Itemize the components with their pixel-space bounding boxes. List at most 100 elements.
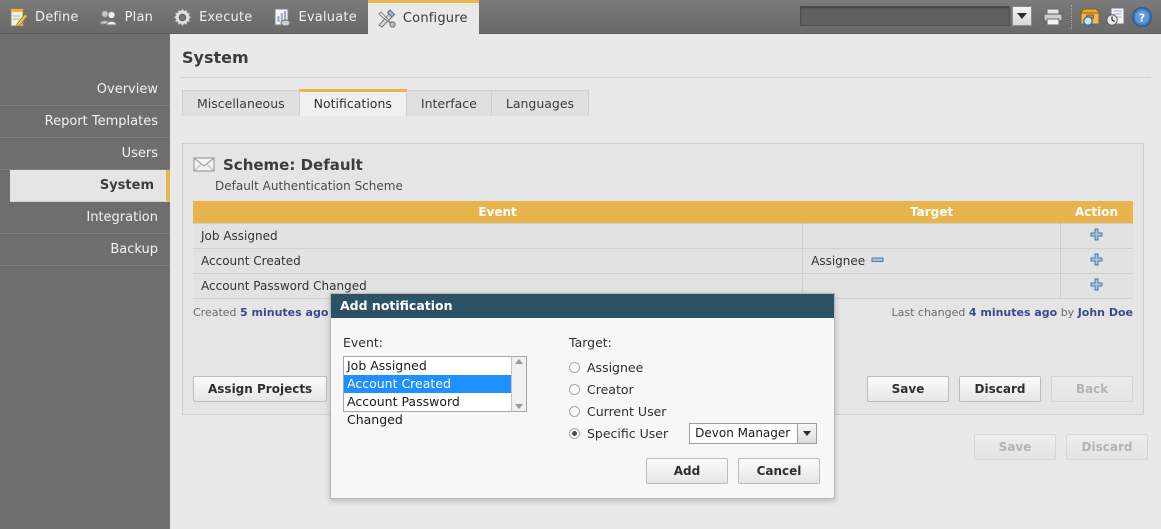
changed-time: 4 minutes ago [968, 305, 1058, 319]
scheme-title: Scheme: Default [223, 156, 363, 174]
nav-tab-plan-label: Plan [124, 9, 154, 25]
nav-tab-execute[interactable]: Execute [164, 0, 263, 34]
history-button[interactable] [1103, 0, 1129, 34]
tab-notifications[interactable]: Notifications [298, 89, 407, 116]
print-button[interactable] [1040, 0, 1066, 34]
envelope-icon [193, 154, 215, 176]
radio-assignee-icon[interactable] [569, 361, 580, 373]
tab-label: Languages [505, 96, 575, 111]
changed-prefix: Last changed [891, 305, 966, 319]
radio-specific-user-icon[interactable] [569, 427, 580, 439]
minus-icon[interactable] [871, 253, 884, 269]
tab-bar: Miscellaneous Notifications Interface La… [182, 88, 1161, 116]
nav-tab-evaluate-label: Evaluate [298, 9, 357, 25]
sidebar-item-label: Report Templates [44, 114, 158, 129]
notepad-pencil-icon [8, 7, 29, 28]
cell-action [1060, 272, 1133, 298]
printer-icon [1042, 7, 1064, 27]
target-option-creator[interactable]: Creator [569, 378, 825, 400]
tab-languages[interactable]: Languages [490, 90, 590, 116]
changed-user: John Doe [1077, 305, 1133, 319]
scheme-header: Scheme: Default [183, 144, 1143, 176]
title-divider [180, 77, 1151, 78]
plus-icon[interactable] [1090, 228, 1103, 244]
footer-discard-button[interactable]: Discard [1066, 434, 1148, 460]
svg-text:?: ? [1139, 12, 1145, 25]
save-button[interactable]: Save [867, 376, 949, 402]
discard-button[interactable]: Discard [959, 376, 1041, 402]
changed-by-word: by [1060, 305, 1075, 319]
radio-current-user-icon[interactable] [569, 405, 580, 417]
created-prefix: Created [193, 305, 237, 319]
dropdown-arrow-icon [1017, 13, 1027, 19]
scroll-up-icon[interactable] [515, 359, 523, 364]
event-option-account-password-changed[interactable]: Account Password Changed [344, 393, 511, 427]
cell-target-label: Assignee [811, 253, 866, 268]
target-option-specific-user[interactable]: Specific User Devon Manager [569, 422, 825, 444]
sidebar-item-system[interactable]: System [10, 170, 170, 202]
scheme-subtitle: Default Authentication Scheme [215, 179, 403, 193]
cell-target [802, 222, 1061, 248]
column-header-event: Event [193, 201, 804, 223]
sidebar-item-label: Overview [96, 82, 158, 97]
people-icon [98, 7, 119, 28]
dialog-body: Event: Job Assigned Account Created Acco… [331, 318, 834, 444]
nav-tab-define-label: Define [35, 9, 79, 25]
sidebar-item-report-templates[interactable]: Report Templates [0, 106, 170, 138]
add-button[interactable]: Add [646, 458, 728, 484]
event-column: Event: Job Assigned Account Created Acco… [343, 335, 555, 444]
help-icon: ? [1131, 6, 1153, 28]
specific-user-select[interactable]: Devon Manager [689, 422, 818, 444]
select-arrow-button[interactable] [797, 423, 817, 443]
search-dropdown-button[interactable] [1012, 6, 1032, 26]
cell-target: Assignee [802, 247, 1061, 273]
sidebar-item-backup[interactable]: Backup [0, 234, 170, 266]
archive-search-button[interactable] [1077, 0, 1103, 34]
sidebar-item-overview[interactable]: Overview [0, 74, 170, 106]
nav-tab-configure[interactable]: Configure [367, 0, 479, 34]
search-input[interactable] [800, 6, 1010, 26]
footer-save-button[interactable]: Save [974, 434, 1056, 460]
cell-event: Job Assigned [193, 222, 804, 248]
sidebar-item-label: System [99, 178, 154, 193]
target-label: Target: [569, 335, 612, 350]
nav-tab-plan[interactable]: Plan [90, 0, 164, 34]
plus-icon[interactable] [1090, 278, 1103, 294]
help-button[interactable]: ? [1129, 0, 1155, 34]
nav-tab-define[interactable]: Define [0, 0, 90, 34]
nav-tab-evaluate[interactable]: Evaluate [264, 0, 368, 34]
tab-label: Miscellaneous [197, 96, 285, 111]
top-navigation-bar: Define Plan Execute Evaluate Configure ? [0, 0, 1161, 34]
tab-label: Notifications [313, 96, 392, 111]
cell-action [1060, 222, 1133, 248]
event-option-job-assigned[interactable]: Job Assigned [344, 357, 511, 375]
sidebar-item-users[interactable]: Users [0, 138, 170, 170]
scroll-down-icon[interactable] [515, 404, 523, 409]
radio-label: Specific User [587, 425, 669, 441]
created-time: 5 minutes ago [240, 305, 329, 319]
event-listbox-scrollbar[interactable] [511, 357, 526, 411]
archive-search-icon [1078, 6, 1102, 28]
target-option-current-user[interactable]: Current User [569, 400, 825, 422]
radio-label: Current User [587, 403, 667, 419]
plus-icon[interactable] [1090, 253, 1103, 269]
event-listbox[interactable]: Job Assigned Account Created Account Pas… [343, 356, 527, 427]
history-document-icon [1104, 6, 1128, 28]
notifications-table: Event Target Action Job Assigned Account… [193, 201, 1133, 299]
event-listbox-items: Job Assigned Account Created Account Pas… [344, 357, 511, 427]
back-button[interactable]: Back [1051, 376, 1133, 402]
sidebar-item-integration[interactable]: Integration [0, 202, 170, 234]
page-title: System [182, 48, 249, 67]
specific-user-value: Devon Manager [695, 425, 791, 440]
tools-icon [376, 8, 397, 29]
tab-miscellaneous[interactable]: Miscellaneous [182, 90, 300, 116]
sidebar-item-label: Backup [110, 242, 158, 257]
radio-label: Creator [587, 381, 634, 397]
target-option-assignee[interactable]: Assignee [569, 356, 825, 378]
assign-projects-button[interactable]: Assign Projects [193, 376, 328, 402]
target-column: Target: Assignee Creator Current User Sp… [555, 335, 825, 444]
cancel-button[interactable]: Cancel [738, 458, 820, 484]
event-option-account-created[interactable]: Account Created [344, 375, 511, 393]
tab-interface[interactable]: Interface [405, 90, 492, 116]
radio-creator-icon[interactable] [569, 383, 580, 395]
